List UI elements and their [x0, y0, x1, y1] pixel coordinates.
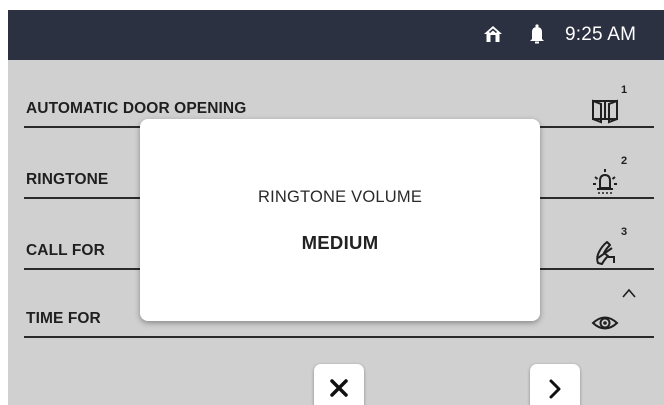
eye-icon [590, 306, 620, 334]
dialog-title: RINGTONE VOLUME [257, 188, 423, 206]
next-button[interactable] [530, 364, 580, 405]
close-button[interactable] [314, 364, 364, 405]
close-icon [330, 379, 348, 397]
door-icon [590, 96, 620, 124]
call-forward-icon [590, 238, 620, 266]
chevron-up-icon[interactable] [622, 288, 636, 301]
bell-light-icon [590, 167, 620, 195]
clock-time: 9:25 AM [565, 24, 637, 45]
status-bar: 9:25 AM [8, 10, 664, 60]
menu-item-label: CALL FOR [26, 242, 105, 259]
menu-item-label: AUTOMATIC DOOR OPENING [26, 100, 247, 117]
bell-icon [526, 23, 548, 45]
device-screen: 9:25 AM AUTOMATIC DOOR OPENING 1 RINGTON… [8, 10, 664, 405]
divider [24, 336, 654, 338]
volume-value[interactable]: MEDIUM [140, 232, 540, 254]
ringtone-volume-dialog[interactable]: RINGTONE VOLUME MEDIUM [140, 119, 540, 321]
chevron-right-icon [549, 379, 561, 399]
menu-item-index: 2 [621, 155, 628, 167]
menu-item-label: RINGTONE [26, 171, 109, 188]
home-icon [482, 23, 504, 45]
menu-item-label: TIME FOR [26, 310, 101, 327]
menu-item-index: 1 [621, 84, 628, 96]
menu-item-index: 3 [621, 226, 628, 238]
